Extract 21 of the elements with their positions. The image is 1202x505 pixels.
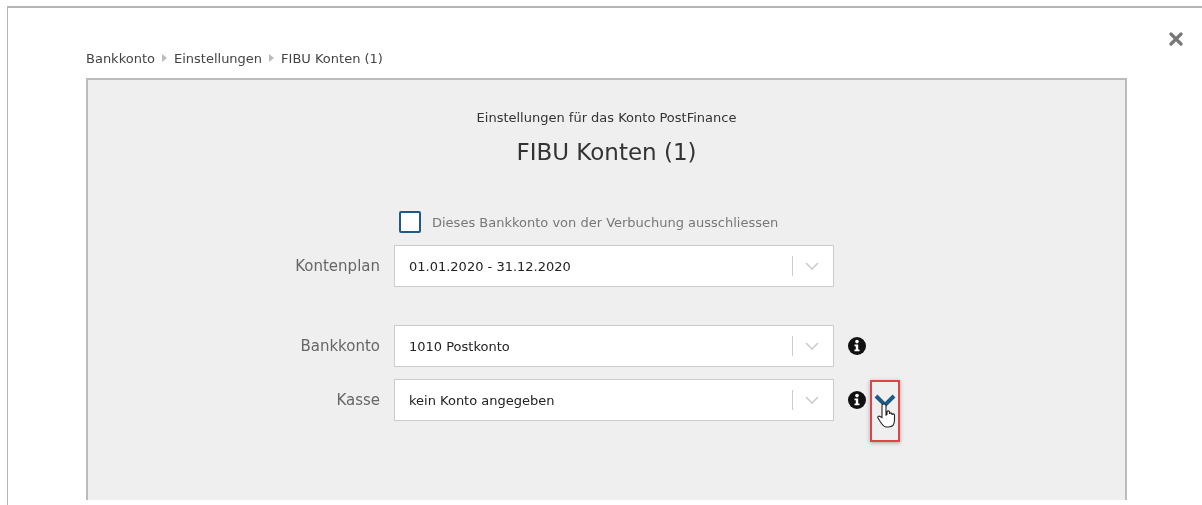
breadcrumb-link[interactable]: Bankkonto bbox=[86, 50, 155, 66]
checkbox[interactable] bbox=[399, 211, 421, 233]
chevron-down-icon bbox=[805, 262, 819, 270]
chevron-down-icon bbox=[874, 394, 896, 408]
field-label: Bankkonto bbox=[299, 337, 380, 355]
close-icon[interactable] bbox=[1169, 32, 1183, 46]
chevron-down-icon bbox=[805, 342, 819, 350]
field-label: Kasse bbox=[335, 391, 380, 409]
breadcrumb-link[interactable]: Einstellungen bbox=[173, 50, 263, 66]
dropdown[interactable]: 1010 Postkonto bbox=[394, 325, 834, 367]
subtitle: Einstellungen für das Konto PostFinance bbox=[475, 110, 738, 125]
dialog-title: FIBU Konten (1) bbox=[515, 139, 698, 165]
breadcrumb-link[interactable]: FIBU Konten (1) bbox=[281, 50, 383, 66]
chevron-down-icon bbox=[805, 396, 819, 404]
dropdown[interactable]: kein Konto angegeben bbox=[394, 379, 834, 421]
caret-icon bbox=[269, 54, 275, 62]
checkbox-label: Dieses Bankkonto von der Verbuchung ausschliessen bbox=[432, 214, 779, 230]
field-label: Kontenplan bbox=[294, 257, 380, 275]
caret-icon bbox=[161, 54, 167, 62]
dropdown[interactable]: 01.01.2020 - 31.12.2020 bbox=[394, 245, 834, 287]
expand-button[interactable] bbox=[870, 380, 900, 442]
